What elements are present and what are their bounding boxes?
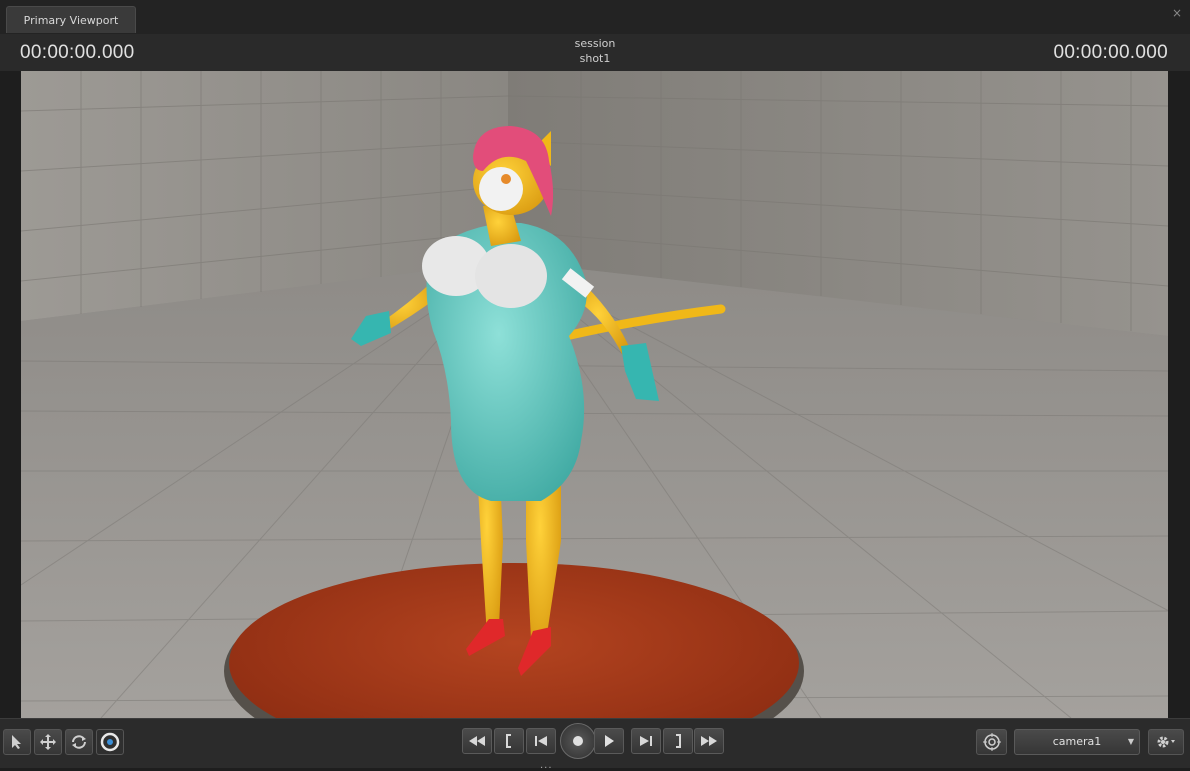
timecode-right: 00:00:00.000	[1053, 42, 1168, 63]
rewind-button[interactable]	[462, 728, 492, 754]
skip-back-icon	[535, 736, 547, 746]
fast-forward-button[interactable]	[694, 728, 724, 754]
shot-label: shot1	[579, 52, 611, 65]
mark-out-button[interactable]	[663, 728, 693, 754]
play-icon	[605, 735, 614, 747]
rotate-tool-button[interactable]	[65, 729, 93, 755]
chevron-down-icon: ▼	[1127, 737, 1134, 746]
scene-render	[21, 71, 1168, 718]
tab-primary-viewport[interactable]: Primary Viewport	[6, 6, 136, 33]
record-button[interactable]	[560, 723, 596, 759]
crosshair-target-icon	[982, 733, 1001, 751]
arrow-cursor-icon	[12, 735, 21, 749]
tab-bar: Primary Viewport ×	[0, 0, 1190, 34]
rewind-icon	[469, 736, 485, 746]
session-info: session shot1	[0, 36, 1190, 66]
select-tool-button[interactable]	[3, 729, 31, 755]
bracket-in-icon	[506, 734, 511, 748]
gear-icon	[1157, 736, 1175, 748]
fast-forward-icon	[701, 736, 717, 746]
viewport-header: 00:00:00.000 session shot1 00:00:00.000	[0, 34, 1190, 71]
skip-forward-icon	[640, 736, 652, 746]
bottom-toolbar: camera1 ▼ ...	[0, 718, 1190, 771]
play-button[interactable]	[594, 728, 624, 754]
move-tool-button[interactable]	[34, 729, 62, 755]
camera-target-button[interactable]	[976, 729, 1007, 755]
orbit-target-icon	[100, 732, 120, 752]
3d-viewport[interactable]	[21, 71, 1168, 718]
record-icon	[573, 736, 583, 746]
next-frame-button[interactable]	[631, 728, 661, 754]
camera-select[interactable]: camera1 ▼	[1014, 729, 1140, 755]
settings-button[interactable]	[1148, 729, 1184, 755]
camera-select-value: camera1	[1052, 735, 1102, 748]
move-cross-icon	[40, 734, 56, 750]
prev-frame-button[interactable]	[526, 728, 556, 754]
resize-grip[interactable]: ...	[540, 760, 553, 771]
session-label: session	[574, 37, 616, 50]
orbit-tool-button[interactable]	[96, 729, 124, 755]
mark-in-button[interactable]	[494, 728, 524, 754]
close-icon[interactable]: ×	[1172, 6, 1182, 20]
rotate-icon	[72, 735, 86, 749]
bracket-out-icon	[676, 734, 681, 748]
